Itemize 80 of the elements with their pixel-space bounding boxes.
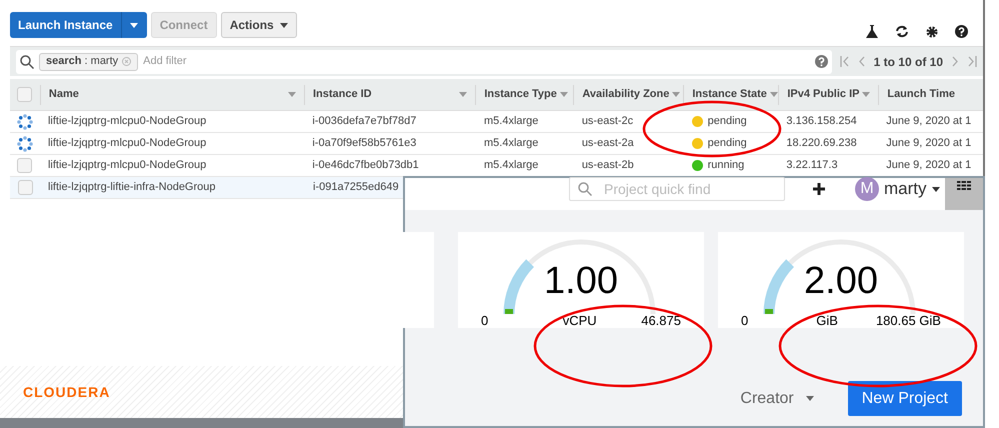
column-header[interactable]: Name <box>48 86 79 103</box>
gauge-value: 2.00 <box>804 262 878 300</box>
caret-icon <box>862 92 870 97</box>
select-all-checkbox[interactable] <box>17 87 32 102</box>
table-cell-text: us-east-2a <box>582 136 634 152</box>
table-cell-text: i-0a70f9ef58b5761e3 <box>312 136 416 152</box>
table-cell-text: m5.4xlarge <box>484 158 538 174</box>
table-cell-text: m5.4xlarge <box>484 136 538 152</box>
plus-icon[interactable] <box>813 183 825 195</box>
pagination-text: 1 to 10 of 10 <box>874 54 943 70</box>
new-project-button[interactable]: New Project <box>848 381 962 416</box>
column-header[interactable]: IPv4 Public IP <box>787 86 860 103</box>
caret-icon <box>130 22 138 28</box>
table-cell-text: June 9, 2020 at 1 <box>886 114 972 130</box>
column-header[interactable]: Instance ID <box>312 86 372 103</box>
column-header[interactable]: Instance Type <box>484 86 557 103</box>
caret-icon <box>932 186 940 192</box>
table-cell-text: us-east-2c <box>582 114 634 130</box>
filter-field[interactable]: search : marty Add filter <box>16 50 832 74</box>
user-name: marty <box>884 178 926 200</box>
table-cell-text: pending <box>708 136 747 152</box>
table-cell-text: i-091a7255ed649 <box>313 180 399 196</box>
search-icon <box>578 182 592 196</box>
search-input[interactable]: Project quick find <box>604 178 776 200</box>
grid-icon[interactable] <box>957 181 971 190</box>
column-header[interactable]: Availability Zone <box>582 86 670 103</box>
creator-dropdown[interactable]: Creator <box>740 386 814 410</box>
clear-icon[interactable] <box>122 57 132 66</box>
table-cell-text: running <box>708 158 744 174</box>
table-cell-text: liftie-lzjqptrg-mlcpu0-NodeGroup <box>48 114 206 130</box>
table-cell-text: i-0036defa7e7bf78d7 <box>312 114 416 130</box>
column-header[interactable]: Launch Time <box>887 86 955 103</box>
last-page-icon[interactable] <box>968 56 977 67</box>
caret-icon <box>288 92 296 97</box>
caret-icon <box>560 92 568 97</box>
refresh-icon[interactable] <box>895 25 909 38</box>
gauge-max: 46.875 <box>641 314 681 327</box>
caret-icon <box>459 92 468 97</box>
gauge-unit: vCPU <box>562 314 597 327</box>
gauge-min: 0 <box>741 314 748 327</box>
table-cell-text: liftie-lzjqptrg-mlcpu0-NodeGroup <box>48 136 206 152</box>
caret-icon <box>672 92 680 97</box>
table-cell-text: June 9, 2020 at 1 <box>886 136 972 152</box>
actions-button[interactable]: Actions <box>220 12 297 38</box>
gauge-min: 0 <box>481 314 488 327</box>
first-page-icon[interactable] <box>840 56 849 67</box>
help-icon[interactable] <box>955 25 968 38</box>
table-cell-text: m5.4xlarge <box>484 114 538 130</box>
gauge-max: 180.65 GiB <box>876 314 941 327</box>
caret-icon <box>770 92 778 97</box>
table-cell-text: liftie-lzjqptrg-liftie-infra-NodeGroup <box>48 180 216 196</box>
table-cell-text: 18.220.69.238 <box>786 136 857 152</box>
row-checkbox[interactable] <box>18 180 32 195</box>
table-row[interactable]: liftie-lzjqptrg-mlcpu0-NodeGroup i-0036defa7e7bf78d7 m5.4xlarge us-east-2c pending 3.136.158.254 June 9, 2020 at 1 <box>10 111 983 133</box>
next-page-icon[interactable] <box>951 56 960 67</box>
search-field[interactable]: Project quick find <box>569 177 785 201</box>
table-cell-text: liftie-lzjqptrg-mlcpu0-NodeGroup <box>48 158 206 174</box>
table-cell-text: us-east-2b <box>582 158 634 174</box>
logo: CLOUDERA <box>23 382 110 402</box>
gauge-value: 1.00 <box>544 262 618 300</box>
row-checkbox[interactable] <box>17 158 32 173</box>
caret-icon <box>806 396 814 401</box>
filter-token[interactable]: search : marty <box>39 52 138 70</box>
table-cell-text: 3.136.158.254 <box>786 114 857 130</box>
caret-icon <box>280 22 288 28</box>
flask-icon[interactable] <box>866 25 878 38</box>
search-icon <box>20 54 34 68</box>
table-cell-text: June 9, 2020 at 1 <box>886 158 972 174</box>
gauge-unit: GiB <box>816 314 838 327</box>
table-cell-text: 3.22.117.3 <box>786 158 838 174</box>
launch-instance-button[interactable]: Launch Instance <box>10 12 147 38</box>
table-cell-text: pending <box>708 114 747 130</box>
settings-icon[interactable] <box>926 26 938 38</box>
table-row[interactable]: liftie-lzjqptrg-mlcpu0-NodeGroup i-0a70f9ef58b5761e3 m5.4xlarge us-east-2a pending 18.220.69.238 June 9, 2020 at 1 <box>10 133 983 155</box>
table-cell-text: i-0e46dc7fbe0b73db1 <box>312 158 419 174</box>
avatar: M <box>855 177 879 201</box>
column-header[interactable]: Instance State <box>692 86 767 103</box>
previous-page-icon[interactable] <box>856 56 866 67</box>
user-menu[interactable]: M marty <box>855 176 940 202</box>
filter-input[interactable]: Add filter <box>143 53 810 70</box>
